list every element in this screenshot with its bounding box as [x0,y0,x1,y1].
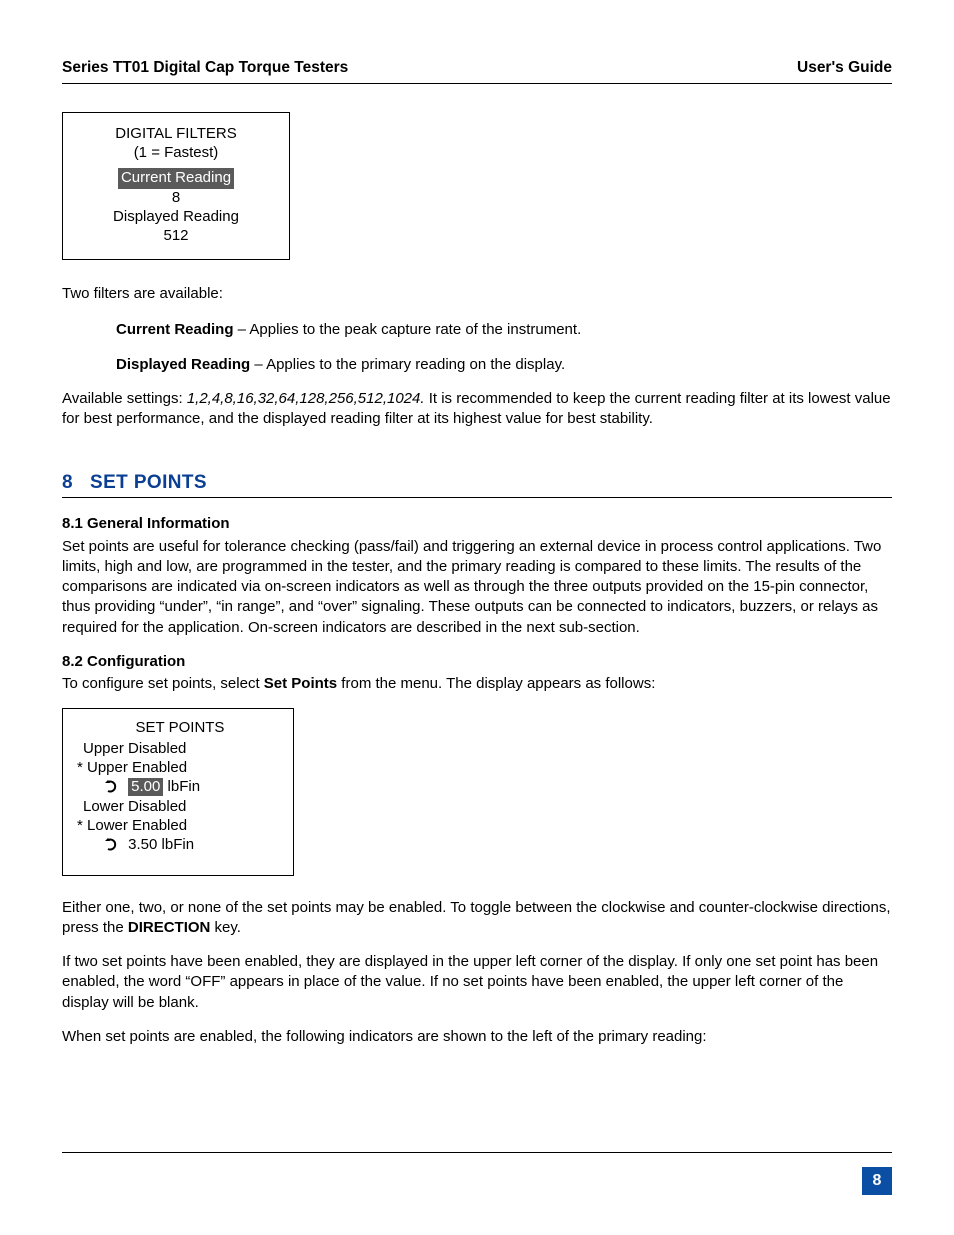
section-8-2-intro: To configure set points, select Set Poin… [62,674,892,694]
displayed-reading-definition: Displayed Reading – Applies to the prima… [116,355,892,375]
upper-unit: lbFin [163,778,200,795]
section-8-heading: 8 SET POINTS [62,470,892,499]
upper-value-line: 5.00 lbFin [77,778,283,799]
current-reading-definition: Current Reading – Applies to the peak ca… [116,320,892,340]
current-reading-value: 8 [73,189,279,208]
current-reading-selected-label: Current Reading [118,168,234,189]
set-points-display-box: SET POINTS Upper Disabled * Upper Enable… [62,708,294,875]
setpoints-title: SET POINTS [77,719,283,738]
displayed-reading-value: 512 [73,227,279,246]
digital-filters-display-box: DIGITAL FILTERS (1 = Fastest) Current Re… [62,112,290,261]
section-8-1-body: Set points are useful for tolerance chec… [62,537,892,638]
direction-key-label: DIRECTION [128,919,211,936]
available-settings-prefix: Available settings: [62,390,187,407]
upper-enabled-line: * Upper Enabled [77,759,283,778]
displayed-reading-desc: Applies to the primary reading on the di… [266,356,565,373]
section-8-title: SET POINTS [90,472,207,493]
current-reading-term: Current Reading [116,321,234,338]
upper-value-selected: 5.00 [128,778,163,797]
header-left: Series TT01 Digital Cap Torque Testers [62,58,348,79]
subhead-8-1: 8.1 General Information [62,514,892,534]
two-filters-intro: Two filters are available: [62,284,892,304]
filters-title-2: (1 = Fastest) [73,144,279,163]
sub2-intro-post: from the menu. The display appears as fo… [337,675,655,692]
current-reading-desc: Applies to the peak capture rate of the … [249,321,581,338]
page-header: Series TT01 Digital Cap Torque Testers U… [62,58,892,84]
dash: – [250,356,266,373]
dash: – [234,321,250,338]
footer-rule [62,1152,892,1153]
header-right: User's Guide [797,58,892,79]
lower-value: 3.50 [128,836,157,853]
sub2-intro-bold: Set Points [264,675,337,692]
lower-disabled-line: Lower Disabled [77,798,283,817]
available-settings-paragraph: Available settings: 1,2,4,8,16,32,64,128… [62,389,892,430]
section-8-number: 8 [62,472,73,493]
para-when-enabled: When set points are enabled, the followi… [62,1027,892,1047]
filters-title-1: DIGITAL FILTERS [73,125,279,144]
para-two-setpoints: If two set points have been enabled, the… [62,952,892,1013]
displayed-reading-term: Displayed Reading [116,356,250,373]
page: Series TT01 Digital Cap Torque Testers U… [0,0,954,1235]
upper-disabled-line: Upper Disabled [77,740,283,759]
rotation-arrow-icon [105,838,120,857]
displayed-reading-label: Displayed Reading [73,208,279,227]
lower-value-line: 3.50 lbFin [77,836,283,857]
sub2-intro-pre: To configure set points, select [62,675,264,692]
lower-enabled-line: * Lower Enabled [77,817,283,836]
subhead-8-2: 8.2 Configuration [62,652,892,672]
para-either: Either one, two, or none of the set poin… [62,898,892,939]
page-number-box: 8 [862,1167,892,1195]
rotation-arrow-icon [105,780,120,799]
available-settings-list: 1,2,4,8,16,32,64,128,256,512,1024. [187,390,425,407]
lower-unit: lbFin [157,836,194,853]
para-either-post: key. [210,919,241,936]
